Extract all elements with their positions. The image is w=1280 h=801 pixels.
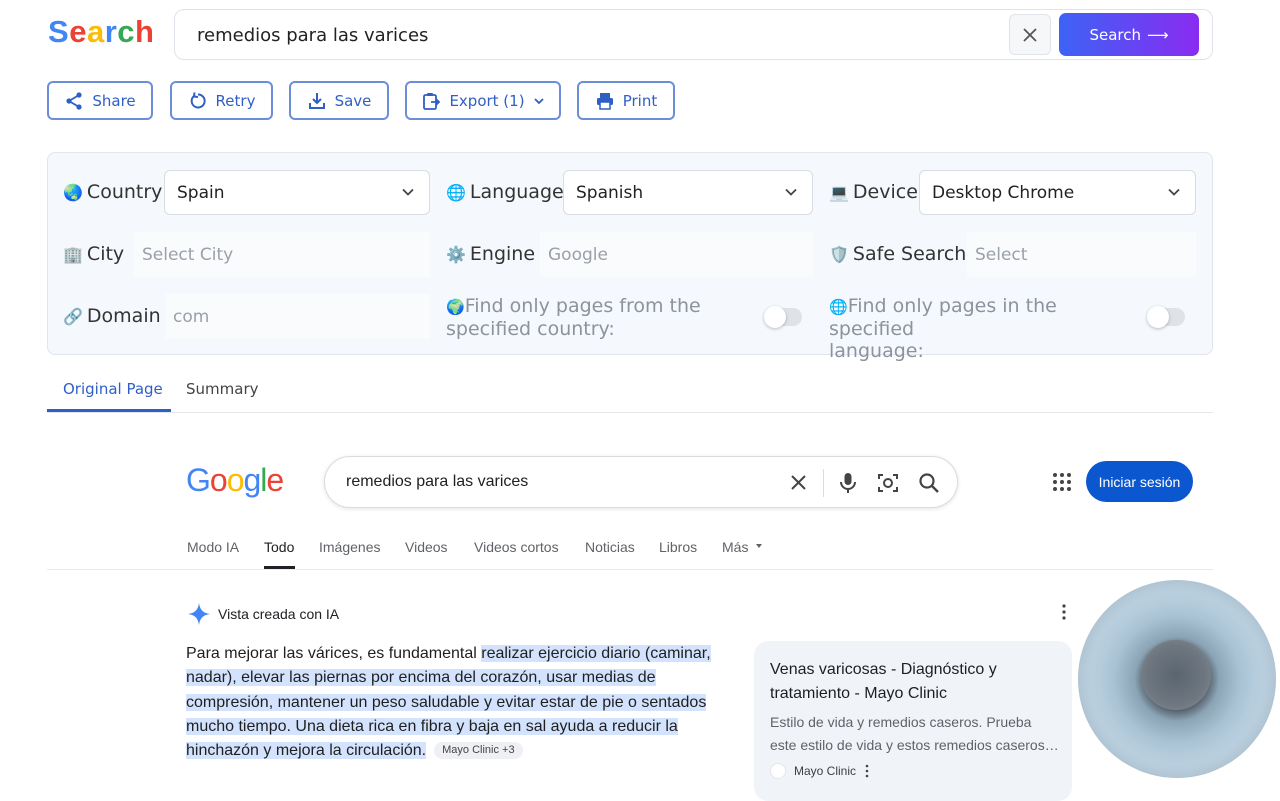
- caret-down-icon: [756, 544, 763, 548]
- favicon-icon: [770, 763, 786, 779]
- google-tab-videos[interactable]: Videos: [405, 539, 448, 555]
- source-card[interactable]: Venas varicosas - Diagnóstico y tratamie…: [754, 641, 1072, 801]
- google-tab-videos-cortos[interactable]: Videos cortos: [474, 539, 559, 555]
- retry-button[interactable]: Retry: [170, 81, 273, 120]
- domain-input[interactable]: com: [165, 294, 430, 339]
- google-tab-mas[interactable]: Más: [722, 539, 764, 555]
- refresh-icon: [190, 91, 206, 108]
- export-button[interactable]: Export (1): [405, 81, 561, 120]
- google-tab-libros[interactable]: Libros: [659, 539, 697, 555]
- gear-icon: ⚙️: [446, 244, 466, 264]
- source-chip[interactable]: Mayo Clinic +3: [434, 742, 523, 760]
- chevron-down-icon: [402, 188, 414, 196]
- chevron-down-icon: [1168, 188, 1180, 196]
- globe-icon: 🌏: [63, 182, 83, 202]
- google-tab-imagenes[interactable]: Imágenes: [319, 539, 380, 555]
- sparkle-icon: [188, 603, 210, 625]
- country-only-label: 🌍Find only pages from the specified coun…: [446, 295, 701, 340]
- building-icon: 🏢: [63, 244, 83, 264]
- laptop-icon: 💻: [829, 182, 849, 202]
- language-only-toggle[interactable]: [1147, 306, 1185, 328]
- source-card-title[interactable]: Venas varicosas - Diagnóstico y tratamie…: [770, 658, 1060, 706]
- share-button[interactable]: Share: [47, 81, 153, 120]
- language-select[interactable]: Spanish: [563, 170, 813, 215]
- printer-icon: [596, 92, 613, 110]
- close-icon[interactable]: [790, 474, 807, 491]
- clear-search-button[interactable]: [1009, 14, 1051, 55]
- globe-grid-icon: 🌐: [446, 182, 466, 202]
- more-options-icon[interactable]: [864, 764, 870, 778]
- app-logo: Search: [48, 14, 155, 49]
- google-tab-modo-ia[interactable]: Modo IA: [187, 539, 239, 555]
- eye-pupil: [1141, 640, 1211, 710]
- domain-label: 🔗 Domain: [63, 305, 161, 327]
- signin-button[interactable]: Iniciar sesión: [1086, 461, 1193, 502]
- google-search-query[interactable]: remedios para las varices: [346, 473, 528, 491]
- search-icon[interactable]: [918, 472, 940, 494]
- save-button[interactable]: Save: [289, 81, 389, 120]
- country-select[interactable]: Spain: [164, 170, 430, 215]
- language-label: 🌐 Language: [446, 181, 564, 203]
- share-icon: [66, 91, 82, 110]
- city-select[interactable]: Select City: [134, 232, 430, 277]
- more-options-icon[interactable]: [1057, 603, 1071, 626]
- search-divider: [823, 469, 824, 497]
- eye-iris-image: [1078, 580, 1276, 778]
- clipboard-export-icon: [423, 92, 441, 110]
- chevron-down-icon: [533, 97, 544, 104]
- arrow-right-icon: ⟶: [1147, 25, 1169, 44]
- google-logo[interactable]: Google: [186, 462, 284, 499]
- google-tab-divider: [47, 569, 1213, 570]
- ai-overview-text: Para mejorar las várices, es fundamental…: [186, 645, 711, 760]
- safe-search-label: 🛡️ Safe Search: [829, 243, 967, 265]
- search-input[interactable]: remedios para las varices Search ⟶: [174, 9, 1213, 60]
- engine-label: ⚙️ Engine: [446, 243, 536, 265]
- globe-icon: 🌍: [446, 298, 465, 316]
- toggle-knob: [1147, 306, 1169, 328]
- safe-search-select[interactable]: Select: [967, 232, 1196, 277]
- source-card-snippet: Estilo de vida y remedios caseros. Prueb…: [770, 714, 1059, 753]
- globe-grid-icon: 🌐: [829, 298, 848, 316]
- search-button[interactable]: Search ⟶: [1059, 13, 1199, 56]
- source-card-source: Mayo Clinic: [770, 763, 870, 779]
- google-tab-noticias[interactable]: Noticias: [585, 539, 635, 555]
- print-button[interactable]: Print: [577, 81, 675, 120]
- country-only-toggle[interactable]: [764, 306, 802, 328]
- toggle-knob: [764, 306, 786, 328]
- apps-grid-icon[interactable]: [1052, 472, 1072, 492]
- device-select[interactable]: Desktop Chrome: [919, 170, 1196, 215]
- tab-summary[interactable]: Summary: [186, 380, 259, 398]
- google-tab-todo[interactable]: Todo: [264, 539, 294, 555]
- camera-search-icon[interactable]: [877, 472, 899, 494]
- chevron-down-icon: [785, 188, 797, 196]
- device-label: 💻 Device: [829, 181, 918, 203]
- shield-icon: 🛡️: [829, 244, 849, 264]
- country-label: 🌏 Country: [63, 181, 163, 203]
- close-icon: [1023, 27, 1037, 42]
- search-query[interactable]: remedios para las varices: [197, 25, 428, 46]
- city-label: 🏢 City: [63, 243, 125, 265]
- ai-overview-header: Vista creada con IA: [188, 603, 339, 625]
- tab-original-page[interactable]: Original Page: [63, 380, 163, 398]
- link-icon: 🔗: [63, 306, 83, 326]
- google-search-input[interactable]: remedios para las varices: [324, 456, 958, 508]
- tab-divider: [47, 412, 1213, 413]
- microphone-icon[interactable]: [838, 472, 858, 494]
- engine-select[interactable]: Google: [540, 232, 813, 277]
- download-icon: [308, 92, 325, 109]
- language-only-label: 🌐Find only pages in the specified langua…: [829, 295, 1057, 362]
